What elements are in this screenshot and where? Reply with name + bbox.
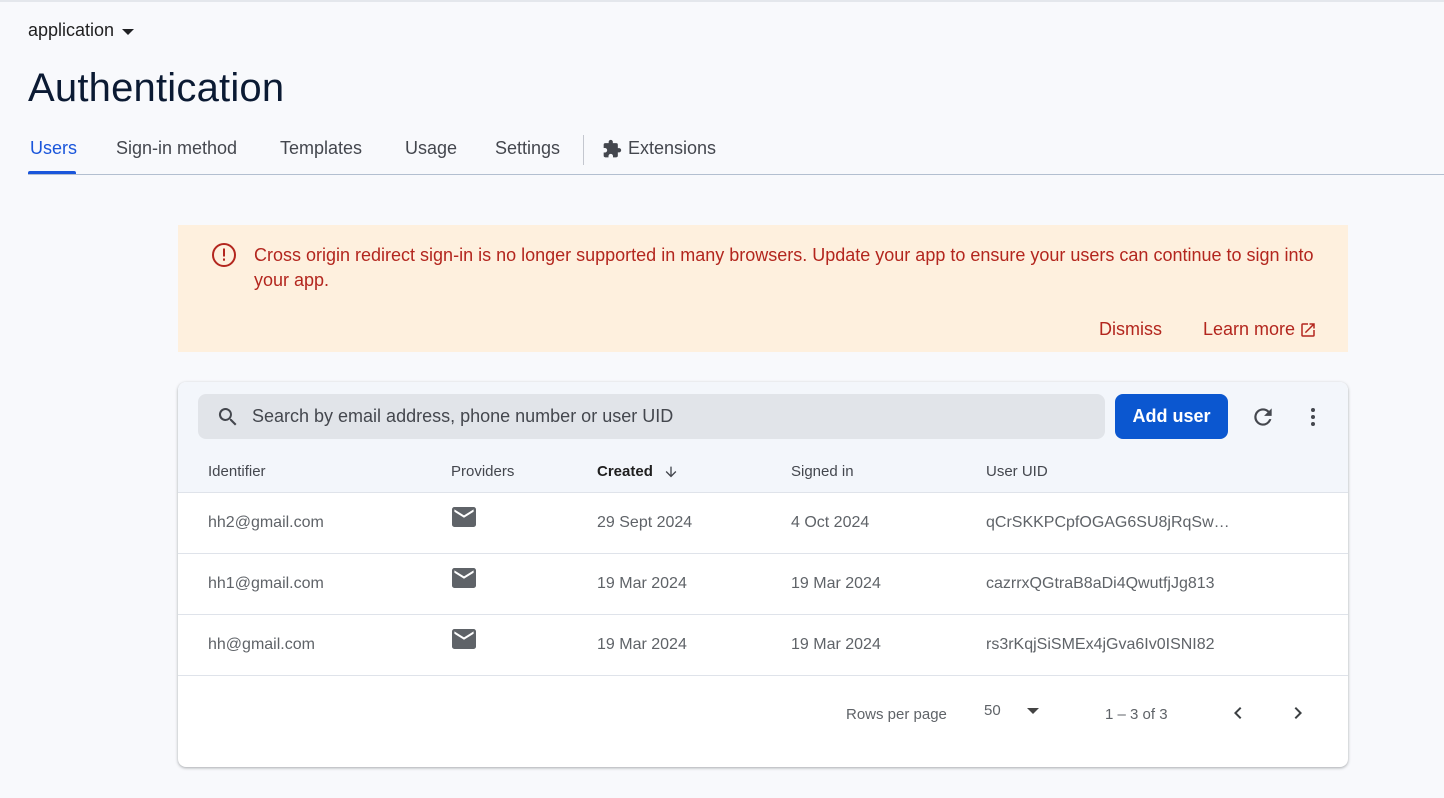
- top-divider: [0, 0, 1444, 2]
- error-circle-icon: [212, 243, 236, 267]
- more-options-button[interactable]: [1295, 399, 1331, 435]
- email-icon: [452, 629, 476, 649]
- column-header-created[interactable]: Created: [597, 463, 679, 480]
- previous-page-button[interactable]: [1223, 698, 1253, 728]
- tab-divider: [583, 135, 584, 165]
- search-input[interactable]: [252, 406, 1092, 427]
- project-name: application: [28, 20, 115, 40]
- user-uid-cell: cazrrxQGtraB8aDi4QwutfjJg813: [986, 575, 1215, 592]
- tab-templates[interactable]: Templates: [280, 138, 362, 159]
- tab-extensions[interactable]: Extensions: [602, 138, 716, 159]
- open-in-new-icon: [1301, 322, 1315, 337]
- created-cell: 29 Sept 2024: [597, 514, 693, 531]
- active-tab-indicator: [28, 171, 76, 174]
- table-row[interactable]: hh@gmail.com 19 Mar 2024 19 Mar 2024 rs3…: [178, 615, 1348, 676]
- table-pagination: Rows per page 50 1 – 3 of 3: [178, 676, 1348, 766]
- identifier-cell: hh@gmail.com: [208, 636, 315, 653]
- search-bar[interactable]: [198, 394, 1105, 439]
- column-header-created-label: Created: [597, 463, 653, 480]
- chevron-right-icon: [1294, 707, 1302, 719]
- tab-usage[interactable]: Usage: [405, 138, 457, 159]
- email-icon: [452, 507, 476, 527]
- email-icon: [452, 568, 476, 588]
- column-header-signed-in[interactable]: Signed in: [791, 463, 854, 480]
- tab-users[interactable]: Users: [30, 138, 77, 159]
- refresh-button[interactable]: [1245, 399, 1281, 435]
- rows-per-page-select[interactable]: 50: [984, 702, 1039, 719]
- project-selector[interactable]: application: [28, 20, 135, 41]
- warning-banner: Cross origin redirect sign-in is no long…: [178, 225, 1348, 352]
- tab-bar: Users Sign-in method Templates Usage Set…: [28, 130, 1444, 175]
- learn-more-label: Learn more: [1203, 319, 1296, 339]
- chevron-left-icon: [1234, 707, 1242, 719]
- refresh-icon: [1254, 408, 1272, 426]
- table-header: Add user Identifier Providers Created Si…: [178, 382, 1348, 493]
- signed-in-cell: 19 Mar 2024: [791, 575, 881, 592]
- more-vert-icon: [1311, 408, 1315, 426]
- column-header-user-uid[interactable]: User UID: [986, 463, 1048, 480]
- puzzle-icon: [603, 139, 622, 157]
- banner-message: Cross origin redirect sign-in is no long…: [254, 245, 1314, 290]
- identifier-cell: hh2@gmail.com: [208, 514, 324, 531]
- dismiss-button[interactable]: Dismiss: [1099, 319, 1162, 340]
- page-title: Authentication: [28, 66, 285, 110]
- tab-settings[interactable]: Settings: [495, 138, 560, 159]
- learn-more-link[interactable]: Learn more: [1203, 319, 1317, 340]
- rows-per-page-value: 50: [984, 702, 1001, 719]
- signed-in-cell: 19 Mar 2024: [791, 636, 881, 653]
- rows-per-page-label: Rows per page: [846, 706, 947, 723]
- search-icon: [218, 407, 237, 425]
- created-cell: 19 Mar 2024: [597, 575, 687, 592]
- table-row[interactable]: hh1@gmail.com 19 Mar 2024 19 Mar 2024 ca…: [178, 554, 1348, 615]
- next-page-button[interactable]: [1283, 698, 1313, 728]
- user-uid-cell: qCrSKKPCpfOGAG6SU8jRqSw…: [986, 514, 1230, 531]
- table-row[interactable]: hh2@gmail.com 29 Sept 2024 4 Oct 2024 qC…: [178, 493, 1348, 554]
- user-uid-cell: rs3rKqjSiSMEx4jGva6Iv0ISNI82: [986, 636, 1215, 653]
- caret-down-icon: [122, 28, 135, 35]
- arrow-down-icon: [665, 466, 677, 477]
- column-header-providers: Providers: [451, 463, 515, 480]
- add-user-button[interactable]: Add user: [1115, 394, 1228, 439]
- column-header-identifier[interactable]: Identifier: [208, 463, 266, 480]
- caret-down-icon: [1026, 707, 1039, 714]
- tab-sign-in-method[interactable]: Sign-in method: [116, 138, 237, 159]
- signed-in-cell: 4 Oct 2024: [791, 514, 870, 531]
- pagination-range: 1 – 3 of 3: [1105, 706, 1168, 723]
- tab-extensions-label: Extensions: [628, 138, 717, 158]
- identifier-cell: hh1@gmail.com: [208, 575, 324, 592]
- users-table-card: Add user Identifier Providers Created Si…: [178, 382, 1348, 767]
- created-cell: 19 Mar 2024: [597, 636, 687, 653]
